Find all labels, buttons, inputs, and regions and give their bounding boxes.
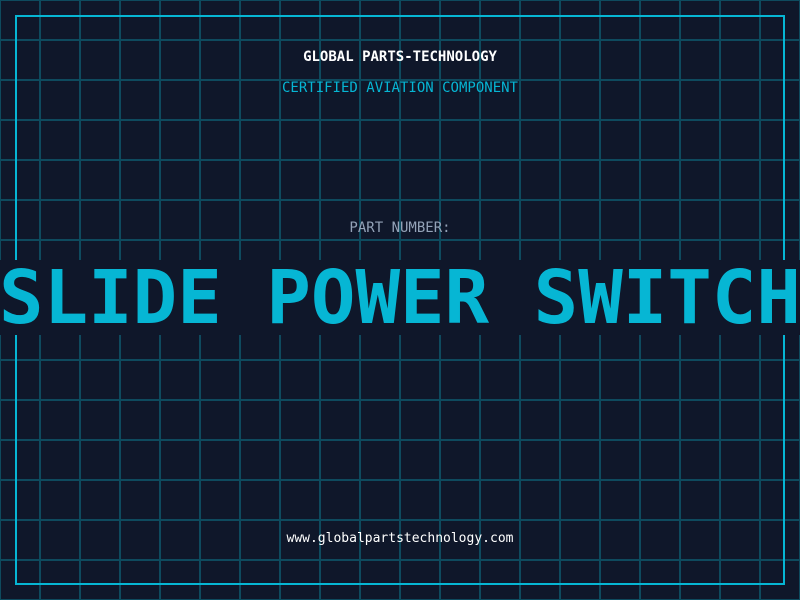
certification-subtitle: CERTIFIED AVIATION COMPONENT — [281, 80, 518, 96]
part-number-label: PART NUMBER: — [349, 220, 451, 236]
company-title: GLOBAL PARTS-TECHNOLOGY — [303, 49, 497, 65]
part-name: SLIDE POWER SWITCH — [0, 255, 800, 341]
website-url: www.globalpartstechnology.com — [286, 531, 514, 546]
